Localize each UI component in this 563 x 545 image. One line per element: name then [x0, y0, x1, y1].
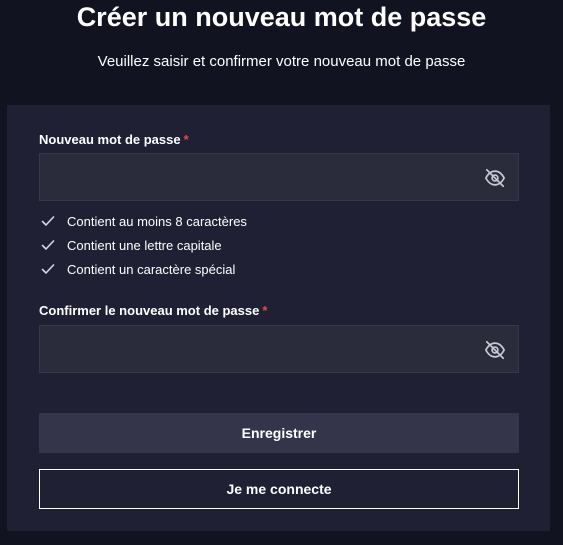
check-icon [41, 264, 55, 274]
rule-text: Contient au moins 8 caractères [67, 213, 247, 229]
required-marker: * [183, 132, 189, 147]
rule-text: Contient une lettre capitale [67, 237, 222, 253]
required-marker: * [262, 303, 268, 318]
rule-text: Contient un caractère spécial [67, 261, 236, 277]
new-password-label-text: Nouveau mot de passe [39, 132, 181, 147]
confirm-password-label: Confirmer le nouveau mot de passe * [39, 302, 267, 320]
page-title: Créer un nouveau mot de passe [76, 2, 487, 32]
login-button[interactable]: Je me connecte [39, 469, 519, 509]
rule-capital-letter: Contient une lettre capitale [41, 233, 247, 257]
rule-special-char: Contient un caractère spécial [41, 257, 247, 281]
check-icon [41, 240, 55, 250]
new-password-field[interactable] [39, 153, 519, 201]
rule-min-length: Contient au moins 8 caractères [41, 209, 247, 233]
password-rules-list: Contient au moins 8 caractères Contient … [41, 209, 247, 281]
confirm-password-field[interactable] [39, 325, 519, 373]
eye-off-icon[interactable] [484, 167, 506, 189]
new-password-label: Nouveau mot de passe * [39, 131, 189, 149]
eye-off-icon[interactable] [484, 339, 506, 361]
check-icon [41, 216, 55, 226]
password-form-card: Nouveau mot de passe * Contient au moins … [7, 105, 550, 531]
confirm-password-label-text: Confirmer le nouveau mot de passe [39, 303, 260, 318]
save-button[interactable]: Enregistrer [39, 413, 519, 453]
page-subtitle: Veuillez saisir et confirmer votre nouve… [97, 53, 466, 70]
page: Créer un nouveau mot de passe Veuillez s… [0, 0, 563, 545]
